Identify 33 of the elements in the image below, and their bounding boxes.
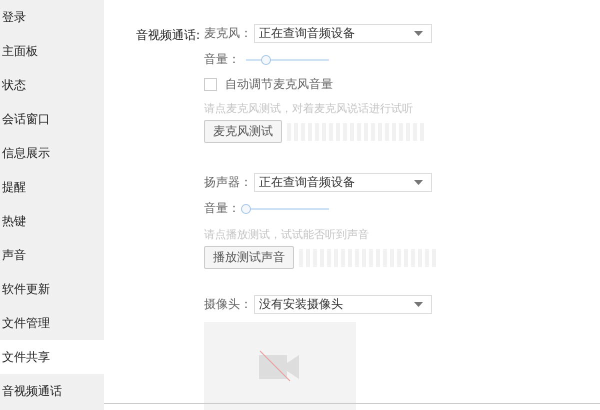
camera-dropdown[interactable]: 没有安装摄像头: [254, 295, 432, 314]
speaker-test-button[interactable]: 播放测试声音: [204, 246, 294, 269]
microphone-test-button[interactable]: 麦克风测试: [204, 120, 282, 143]
sidebar-item[interactable]: 软件更新: [0, 272, 104, 306]
hint-text: 请点播放测试，试试能否听到声音: [204, 227, 369, 242]
checkbox[interactable]: [204, 78, 217, 91]
speaker-dropdown[interactable]: 正在查询音频设备: [254, 173, 432, 192]
sidebar-item[interactable]: 信息展示: [0, 136, 104, 170]
camera-label: 摄像头：: [204, 296, 252, 313]
sidebar-item[interactable]: 文件共享: [0, 340, 104, 374]
sidebar-item[interactable]: 登录: [0, 0, 104, 34]
sidebar-item[interactable]: 音视频通话: [0, 374, 104, 408]
speaker-label: 扬声器：: [204, 174, 252, 191]
sidebar-item[interactable]: 提醒: [0, 170, 104, 204]
sidebar-item[interactable]: 声音: [0, 238, 104, 272]
sidebar-item[interactable]: 状态: [0, 68, 104, 102]
volume-slider[interactable]: [241, 204, 329, 214]
caret-icon: [414, 180, 423, 185]
caret-icon: [414, 31, 423, 36]
hint-text: 请点麦克风测试，对着麦克风说话进行试听: [204, 101, 413, 116]
slider-thumb[interactable]: [260, 54, 270, 64]
sidebar-item[interactable]: 文件管理: [0, 306, 104, 340]
section-label: 音视频通话:: [134, 27, 200, 44]
microphone-label: 麦克风：: [204, 25, 252, 42]
volume-label: 音量：: [204, 200, 240, 217]
checkbox-label: 自动调节麦克风音量: [225, 76, 333, 93]
microphone-dropdown[interactable]: 正在查询音频设备: [254, 24, 432, 43]
slider-thumb[interactable]: [241, 204, 251, 214]
sidebar-item[interactable]: 主面板: [0, 34, 104, 68]
sidebar-item[interactable]: 会话窗口: [0, 102, 104, 136]
sidebar-item[interactable]: 热键: [0, 204, 104, 238]
caret-icon: [414, 302, 423, 307]
volume-label: 音量：: [204, 51, 240, 68]
